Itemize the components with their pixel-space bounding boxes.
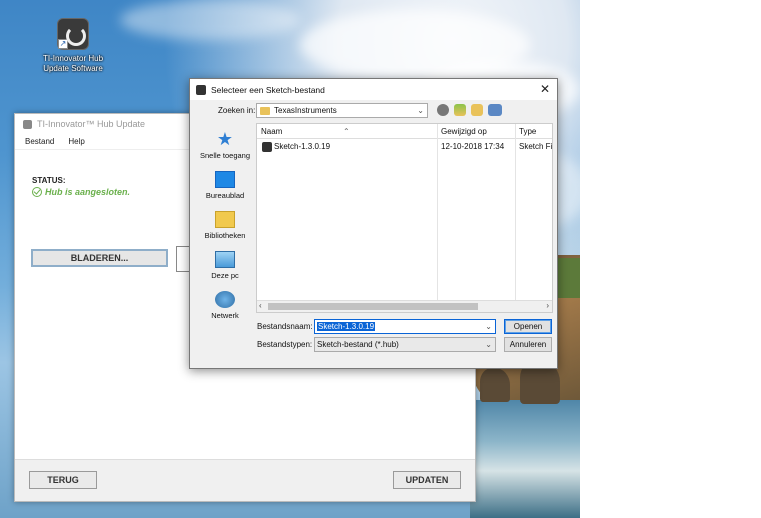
place-label: Deze pc xyxy=(211,271,239,280)
filename-value: Sketch-1.3.0.19 xyxy=(317,322,376,331)
menu-bestand[interactable]: Bestand xyxy=(25,137,54,146)
sea xyxy=(470,400,580,518)
desktop-shortcut-hub-update[interactable]: ↗ TI-Innovator Hub Update Software xyxy=(40,18,106,74)
hub-footer: TERUG UPDATEN xyxy=(15,459,475,501)
places-bar: ★ Snelle toegang Bureaublad Bibliotheken… xyxy=(195,123,255,363)
place-this-pc[interactable]: Deze pc xyxy=(195,251,255,280)
file-modified: 12-10-2018 17:34 xyxy=(441,142,505,151)
refresh-app-icon: ↗ xyxy=(57,18,89,50)
file-row[interactable]: Sketch-1.3.0.19 12-10-2018 17:34 Sketch … xyxy=(257,141,552,153)
this-pc-icon xyxy=(215,251,235,268)
sketch-file-icon xyxy=(262,142,272,152)
file-list-header: Naam ⌃ Gewijzigd op Type xyxy=(257,124,552,139)
column-type[interactable]: Type xyxy=(519,127,536,136)
scroll-thumb[interactable] xyxy=(268,303,478,310)
close-icon[interactable]: ✕ xyxy=(538,82,552,96)
horizontal-scrollbar[interactable]: ‹ › xyxy=(257,300,552,312)
update-button[interactable]: UPDATEN xyxy=(393,471,461,489)
file-list[interactable]: Naam ⌃ Gewijzigd op Type Sketch-1.3.0.19… xyxy=(256,123,553,313)
libraries-icon xyxy=(215,211,235,228)
back-button[interactable]: TERUG xyxy=(29,471,97,489)
sort-caret-icon: ⌃ xyxy=(343,127,350,136)
check-circle-icon xyxy=(32,187,42,197)
view-menu-icon[interactable] xyxy=(488,104,502,116)
file-open-dialog: Selecteer een Sketch-bestand ✕ Zoeken in… xyxy=(189,78,558,369)
look-in-value: TexasInstruments xyxy=(274,106,337,115)
chevron-down-icon: ⌄ xyxy=(485,340,492,349)
column-name[interactable]: Naam xyxy=(261,127,282,136)
filetype-label: Bestandstypen: xyxy=(257,340,313,349)
network-icon xyxy=(215,291,235,308)
filename-input[interactable]: Sketch-1.3.0.19 ⌄ xyxy=(314,319,496,334)
place-label: Netwerk xyxy=(211,311,239,320)
chevron-down-icon[interactable]: ⌄ xyxy=(485,322,492,331)
desktop-icon xyxy=(215,171,235,188)
column-modified[interactable]: Gewijzigd op xyxy=(441,127,487,136)
dialog-titlebar[interactable]: Selecteer een Sketch-bestand xyxy=(190,79,557,100)
dialog-toolbar xyxy=(437,104,502,116)
menu-help[interactable]: Help xyxy=(68,137,84,146)
desktop-shortcut-label: TI-Innovator Hub Update Software xyxy=(42,54,104,73)
file-type: Sketch File xyxy=(519,142,553,151)
place-label: Snelle toegang xyxy=(199,151,251,160)
filetype-select[interactable]: Sketch-bestand (*.hub) ⌄ xyxy=(314,337,496,352)
place-quick-access[interactable]: ★ Snelle toegang xyxy=(195,129,255,160)
cancel-button[interactable]: Annuleren xyxy=(504,337,552,352)
app-icon xyxy=(23,119,32,129)
place-network[interactable]: Netwerk xyxy=(195,291,255,320)
app-icon xyxy=(196,84,206,95)
scroll-left-icon[interactable]: ‹ xyxy=(259,301,262,310)
filetype-value: Sketch-bestand (*.hub) xyxy=(317,340,399,349)
back-icon[interactable] xyxy=(437,104,449,116)
status-heading: STATUS: xyxy=(32,176,66,185)
chevron-down-icon: ⌄ xyxy=(417,106,424,115)
file-name: Sketch-1.3.0.19 xyxy=(274,142,331,151)
open-button[interactable]: Openen xyxy=(504,319,552,334)
filename-label: Bestandsnaam: xyxy=(257,322,313,331)
status-value: Hub is aangesloten. xyxy=(32,187,130,197)
up-folder-icon[interactable] xyxy=(454,104,466,116)
status-text: Hub is aangesloten. xyxy=(45,187,131,197)
new-folder-icon[interactable] xyxy=(471,104,483,116)
place-label: Bureaublad xyxy=(205,191,245,200)
place-libraries[interactable]: Bibliotheken xyxy=(195,211,255,240)
quick-access-icon: ★ xyxy=(216,129,234,149)
dialog-title: Selecteer een Sketch-bestand xyxy=(211,84,325,95)
look-in-label: Zoeken in: xyxy=(218,106,256,115)
place-label: Bibliotheken xyxy=(204,231,246,240)
look-in-dropdown[interactable]: TexasInstruments ⌄ xyxy=(256,103,428,118)
scroll-right-icon[interactable]: › xyxy=(546,301,549,310)
place-desktop[interactable]: Bureaublad xyxy=(195,171,255,200)
browse-button[interactable]: BLADEREN... xyxy=(31,249,168,267)
folder-icon xyxy=(260,106,270,115)
hub-window-title: TI-Innovator™ Hub Update xyxy=(37,119,146,129)
